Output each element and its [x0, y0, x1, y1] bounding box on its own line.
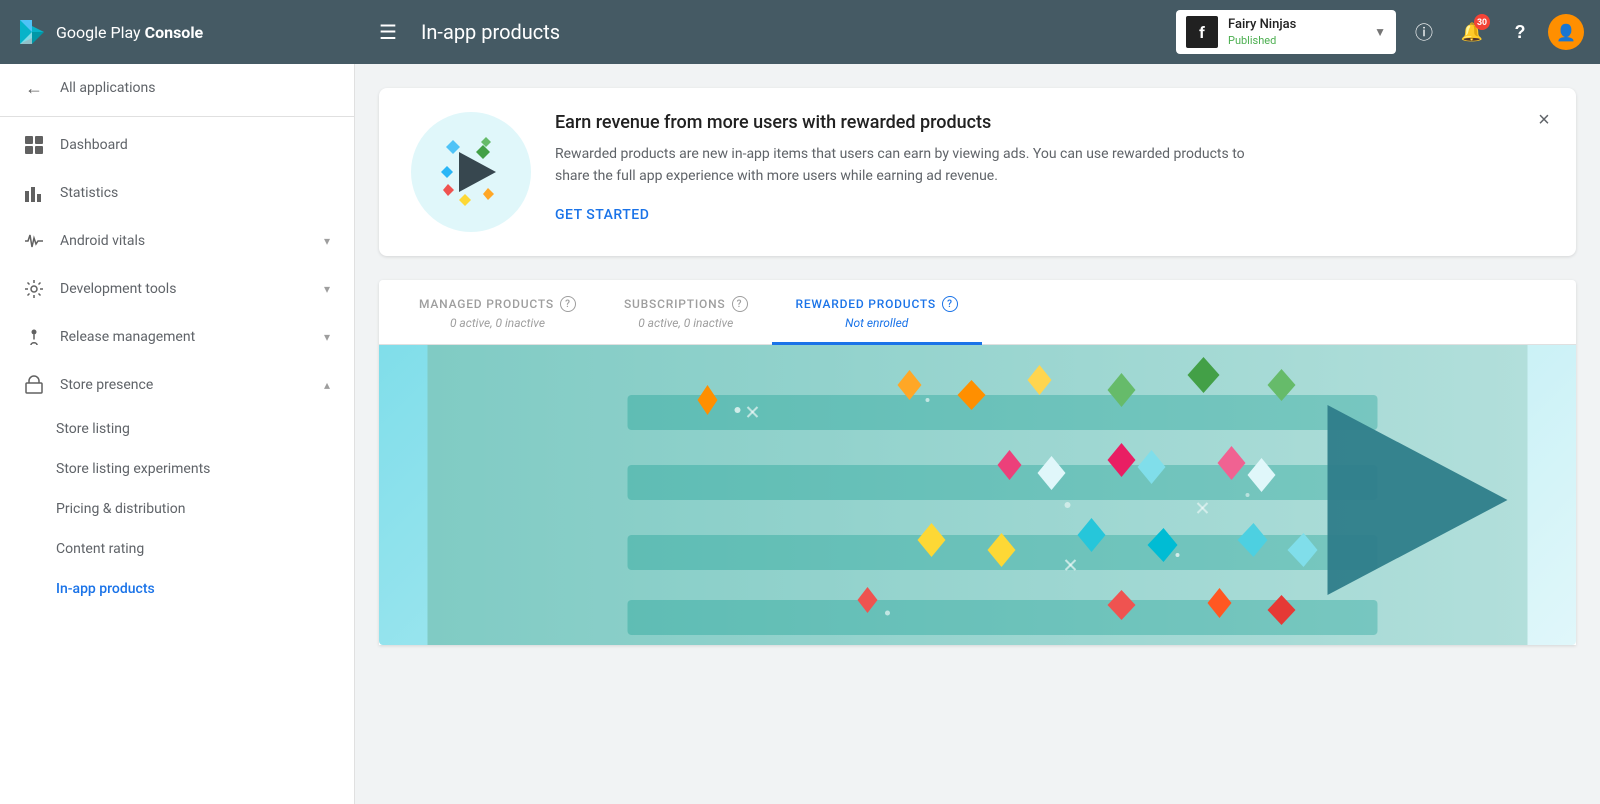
- sidebar-sub-label-store-listing: Store listing: [56, 421, 130, 437]
- rewarded-products-illustration: [379, 345, 1576, 645]
- promo-description: Rewarded products are new in-app items t…: [555, 143, 1255, 188]
- sidebar-sub-item-in-app-products[interactable]: In-app products: [0, 569, 354, 609]
- notification-badge: 30: [1474, 14, 1490, 30]
- tab-rewarded-products[interactable]: REWARDED PRODUCTS ? Not enrolled: [772, 280, 983, 345]
- sidebar-item-dashboard[interactable]: Dashboard: [0, 121, 354, 169]
- sidebar-sub-label-pricing: Pricing & distribution: [56, 501, 186, 517]
- app-selector[interactable]: f Fairy Ninjas Published ▼: [1176, 10, 1396, 54]
- sidebar-sub-item-store-listing-experiments[interactable]: Store listing experiments: [0, 449, 354, 489]
- tab-subscriptions-label: SUBSCRIPTIONS ?: [624, 296, 748, 312]
- release-icon: [24, 327, 44, 347]
- avatar-letter: 👤: [1556, 23, 1576, 42]
- help-button[interactable]: ?: [1500, 12, 1540, 52]
- rewarded-products-help-icon[interactable]: ?: [942, 296, 958, 312]
- dropdown-arrow-icon: ▼: [1374, 25, 1386, 39]
- app-icon: f: [1186, 16, 1218, 48]
- info-button[interactable]: ⓘ: [1404, 12, 1444, 52]
- dev-tools-icon: [24, 279, 44, 299]
- tab-rewarded-products-label: REWARDED PRODUCTS ?: [796, 296, 959, 312]
- sidebar-item-label-all-apps: All applications: [60, 80, 330, 96]
- sidebar-sub-item-pricing-distribution[interactable]: Pricing & distribution: [0, 489, 354, 529]
- logo-area: Google Play Console: [16, 16, 203, 48]
- app-status: Published: [1228, 34, 1364, 47]
- tab-rewarded-products-sub: Not enrolled: [845, 316, 908, 330]
- sidebar-sub-item-store-listing[interactable]: Store listing: [0, 409, 354, 449]
- tab-managed-products-sub: 0 active, 0 inactive: [450, 316, 545, 330]
- tab-subscriptions[interactable]: SUBSCRIPTIONS ? 0 active, 0 inactive: [600, 280, 772, 345]
- content-area: × Earn revenue from mor: [355, 64, 1600, 804]
- promo-cta-link[interactable]: GET STARTED: [555, 207, 649, 223]
- illustration-area: [379, 345, 1576, 645]
- sidebar: ← All applications Dashboard Statistics …: [0, 64, 355, 804]
- release-expand-icon: ▾: [324, 330, 330, 344]
- managed-products-help-icon[interactable]: ?: [560, 296, 576, 312]
- sidebar-item-label-release: Release management: [60, 329, 308, 345]
- sidebar-item-label-dev-tools: Development tools: [60, 281, 308, 297]
- dev-tools-expand-icon: ▾: [324, 282, 330, 296]
- notifications-button[interactable]: 🔔 30: [1452, 12, 1492, 52]
- store-presence-icon: [24, 375, 44, 395]
- sidebar-divider-1: [0, 116, 354, 117]
- tab-subscriptions-sub: 0 active, 0 inactive: [638, 316, 733, 330]
- header-right: f Fairy Ninjas Published ▼ ⓘ 🔔 30 ? 👤: [1176, 10, 1584, 54]
- sidebar-item-store-presence[interactable]: Store presence ▴: [0, 361, 354, 409]
- play-console-logo-icon: [16, 16, 48, 48]
- info-icon: ⓘ: [1415, 19, 1433, 45]
- dashboard-icon: [24, 135, 44, 155]
- tabs-container: MANAGED PRODUCTS ? 0 active, 0 inactive …: [379, 280, 1576, 645]
- sidebar-item-label-dashboard: Dashboard: [60, 137, 330, 153]
- app-info: Fairy Ninjas Published: [1228, 17, 1364, 47]
- tab-managed-products[interactable]: MANAGED PRODUCTS ? 0 active, 0 inactive: [395, 280, 600, 345]
- sidebar-sub-label-in-app-products: In-app products: [56, 581, 155, 597]
- top-header: Google Play Console ☰ In-app products f …: [0, 0, 1600, 64]
- sidebar-item-label-android-vitals: Android vitals: [60, 233, 308, 249]
- app-name: Fairy Ninjas: [1228, 17, 1364, 34]
- sidebar-item-label-statistics: Statistics: [60, 185, 330, 201]
- sidebar-item-statistics[interactable]: Statistics: [0, 169, 354, 217]
- promo-banner: × Earn revenue from mor: [379, 88, 1576, 256]
- header-left: Google Play Console: [16, 16, 371, 48]
- tab-managed-products-label: MANAGED PRODUCTS ?: [419, 296, 576, 312]
- subscriptions-help-icon[interactable]: ?: [732, 296, 748, 312]
- promo-illustration-icon: [421, 122, 521, 222]
- promo-image: [411, 112, 531, 232]
- sidebar-sub-item-content-rating[interactable]: Content rating: [0, 529, 354, 569]
- promo-title: Earn revenue from more users with reward…: [555, 112, 1544, 133]
- main-layout: ← All applications Dashboard Statistics …: [0, 64, 1600, 804]
- promo-close-button[interactable]: ×: [1528, 104, 1560, 136]
- sidebar-item-all-applications[interactable]: ← All applications: [0, 64, 354, 112]
- header-center: ☰ In-app products: [371, 12, 1176, 53]
- tabs-row: MANAGED PRODUCTS ? 0 active, 0 inactive …: [379, 280, 1576, 345]
- hamburger-button[interactable]: ☰: [371, 12, 405, 53]
- sidebar-sub-label-experiments: Store listing experiments: [56, 461, 210, 477]
- sidebar-sub-label-content-rating: Content rating: [56, 541, 144, 557]
- page-title: In-app products: [421, 20, 560, 44]
- store-presence-expand-icon: ▴: [324, 378, 330, 392]
- sidebar-item-development-tools[interactable]: Development tools ▾: [0, 265, 354, 313]
- promo-content: Earn revenue from more users with reward…: [555, 112, 1544, 223]
- user-avatar[interactable]: 👤: [1548, 14, 1584, 50]
- back-arrow-icon: ←: [24, 78, 44, 98]
- sidebar-item-label-store-presence: Store presence: [60, 377, 308, 393]
- statistics-icon: [24, 183, 44, 203]
- android-vitals-expand-icon: ▾: [324, 234, 330, 248]
- help-icon: ?: [1515, 22, 1526, 43]
- android-vitals-icon: [24, 231, 44, 251]
- sidebar-item-release-management[interactable]: Release management ▾: [0, 313, 354, 361]
- sidebar-item-android-vitals[interactable]: Android vitals ▾: [0, 217, 354, 265]
- logo-text: Google Play Console: [56, 23, 203, 42]
